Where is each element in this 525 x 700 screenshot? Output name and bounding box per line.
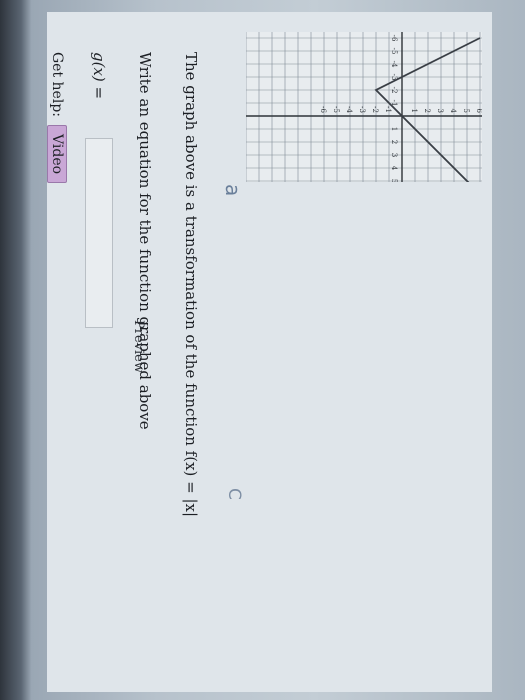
y-tick-label: 4 (449, 109, 457, 114)
x-tick-label: -2 (390, 87, 398, 94)
y-tick-label: 6 (475, 109, 482, 114)
x-tick-label: -6 (390, 35, 398, 42)
x-tick-label: 2 (390, 140, 398, 144)
y-tick-label: -1 (384, 106, 392, 113)
answer-label: g(x) = (90, 52, 108, 100)
x-tick-label: 4 (390, 166, 398, 171)
y-tick-label: 2 (423, 109, 431, 113)
y-tick-label: -4 (345, 106, 353, 113)
x-tick-label: 1 (390, 127, 398, 131)
answer-row: g(x) = (85, 52, 113, 328)
graph-svg: -6-5-4-3-2-1123456654321-1-2-3-4-5-6 (246, 32, 482, 182)
y-tick-label: 5 (462, 109, 470, 113)
handwritten-mark-a: a (221, 184, 245, 197)
answer-input[interactable] (85, 138, 113, 328)
y-tick-label: -2 (371, 106, 379, 113)
y-tick-label: -5 (332, 106, 340, 113)
video-help-button[interactable]: Video (47, 125, 67, 184)
x-tick-label: -5 (390, 48, 398, 55)
y-tick-label: -6 (319, 106, 327, 113)
help-label: Get help: (49, 52, 65, 118)
question-text-2: Write an equation for the function graph… (136, 52, 154, 430)
x-tick-label: 3 (390, 153, 398, 157)
coordinate-graph: -6-5-4-3-2-1123456654321-1-2-3-4-5-6 (246, 32, 482, 182)
y-tick-label: 1 (410, 109, 418, 113)
screen-photo: -6-5-4-3-2-1123456654321-1-2-3-4-5-6 The… (0, 0, 525, 700)
help-row: Get help: Video (47, 52, 67, 184)
question-text-1: The graph above is a transformation of t… (182, 52, 200, 518)
y-tick-label: 3 (436, 109, 444, 113)
x-tick-label: -4 (390, 61, 398, 68)
x-tick-label: 5 (390, 179, 398, 182)
y-tick-label: -3 (358, 106, 366, 113)
preview-button[interactable]: Preview (131, 320, 146, 373)
question-page: -6-5-4-3-2-1123456654321-1-2-3-4-5-6 The… (47, 12, 492, 692)
handwritten-mark-c: C (224, 488, 244, 500)
